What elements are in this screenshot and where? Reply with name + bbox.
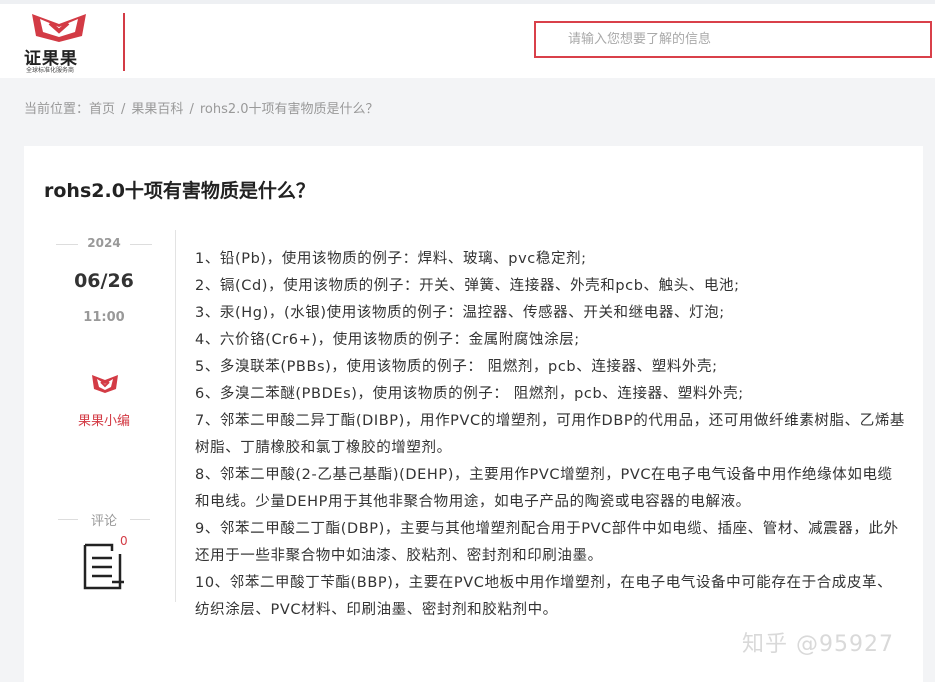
breadcrumb-wiki[interactable]: 果果百科 — [131, 102, 183, 117]
logo-subtitle: 全球标准化服务商 — [26, 67, 75, 74]
header-divider — [123, 13, 125, 71]
article-title: rohs2.0十项有害物质是什么？ — [44, 180, 315, 202]
article-author[interactable]: 果果小编 — [24, 410, 184, 429]
top-header: 证果果 全球标准化服务商 — [0, 0, 935, 78]
article-paragraph: 8、邻苯二甲酸(2-乙基己基酯)(DEHP)，主要用作PVC增塑剂，PVC在电子… — [195, 467, 893, 510]
article-paragraph: 3、汞(Hg)，(水银)使用该物质的例子：温控器、传感器、开关和继电器、灯泡; — [195, 305, 725, 321]
article-paragraph: 7、邻苯二甲酸二异丁酯(DIBP)，用作PVC的增塑剂，可用作DBP的代用品，还… — [195, 413, 906, 456]
site-logo[interactable]: 证果果 全球标准化服务商 — [24, 8, 96, 74]
article-paragraph: 10、邻苯二甲酸丁苄酯(BBP)，主要在PVC地板中用作增塑剂，在电子电气设备中… — [195, 575, 893, 618]
article-meta-sidebar: 2024 06/26 11:00 果果小编 评论 0 — [24, 230, 176, 602]
breadcrumb-prefix: 当前位置： — [24, 102, 90, 117]
zhihu-watermark: 知乎 @95927 — [742, 632, 894, 657]
article-paragraph: 1、铅(Pb)，使用该物质的例子：焊料、玻璃、pvc稳定剂; — [195, 251, 587, 267]
article-time: 11:00 — [83, 310, 125, 325]
article-paragraph: 9、邻苯二甲酸二丁酯(DBP)，主要与其他增塑剂配合用于PVC部件中如电缆、插座… — [195, 521, 899, 564]
article-card: rohs2.0十项有害物质是什么？ 2024 06/26 11:00 果果小编 … — [24, 146, 923, 682]
article-paragraph: 2、镉(Cd)，使用该物质的例子：开关、弹簧、连接器、外壳和pcb、触头、电池; — [195, 278, 740, 294]
breadcrumb-separator: / — [189, 102, 194, 117]
comment-label: 评论 — [58, 510, 150, 529]
comment-icon[interactable] — [82, 542, 126, 592]
article-paragraph: 6、多溴二苯醚(PBDEs)，使用该物质的例子： 阻燃剂，pcb、连接器、塑料外… — [195, 386, 744, 402]
author-avatar-icon — [92, 375, 118, 393]
article-paragraph: 4、六价铬(Cr6+)，使用该物质的例子：金属附腐蚀涂层; — [195, 332, 580, 348]
breadcrumb: 当前位置：首页 / 果果百科 / rohs2.0十项有害物质是什么？ — [24, 98, 379, 117]
search-box[interactable] — [534, 21, 932, 58]
search-input[interactable] — [536, 23, 928, 56]
header-top-strip — [0, 0, 935, 4]
breadcrumb-home[interactable]: 首页 — [89, 102, 115, 117]
breadcrumb-current: rohs2.0十项有害物质是什么？ — [199, 102, 379, 117]
breadcrumb-separator: / — [121, 102, 126, 117]
article-body: 1、铅(Pb)，使用该物质的例子：焊料、玻璃、pvc稳定剂; 2、镉(Cd)，使… — [195, 246, 907, 624]
article-date: 06/26 — [74, 270, 134, 292]
logo-book-icon — [32, 14, 86, 42]
article-paragraph: 5、多溴联苯(PBBs)，使用该物质的例子： 阻燃剂，pcb、连接器、塑料外壳; — [195, 359, 718, 375]
article-year: 2024 — [56, 236, 152, 250]
comment-count: 0 — [120, 534, 128, 548]
